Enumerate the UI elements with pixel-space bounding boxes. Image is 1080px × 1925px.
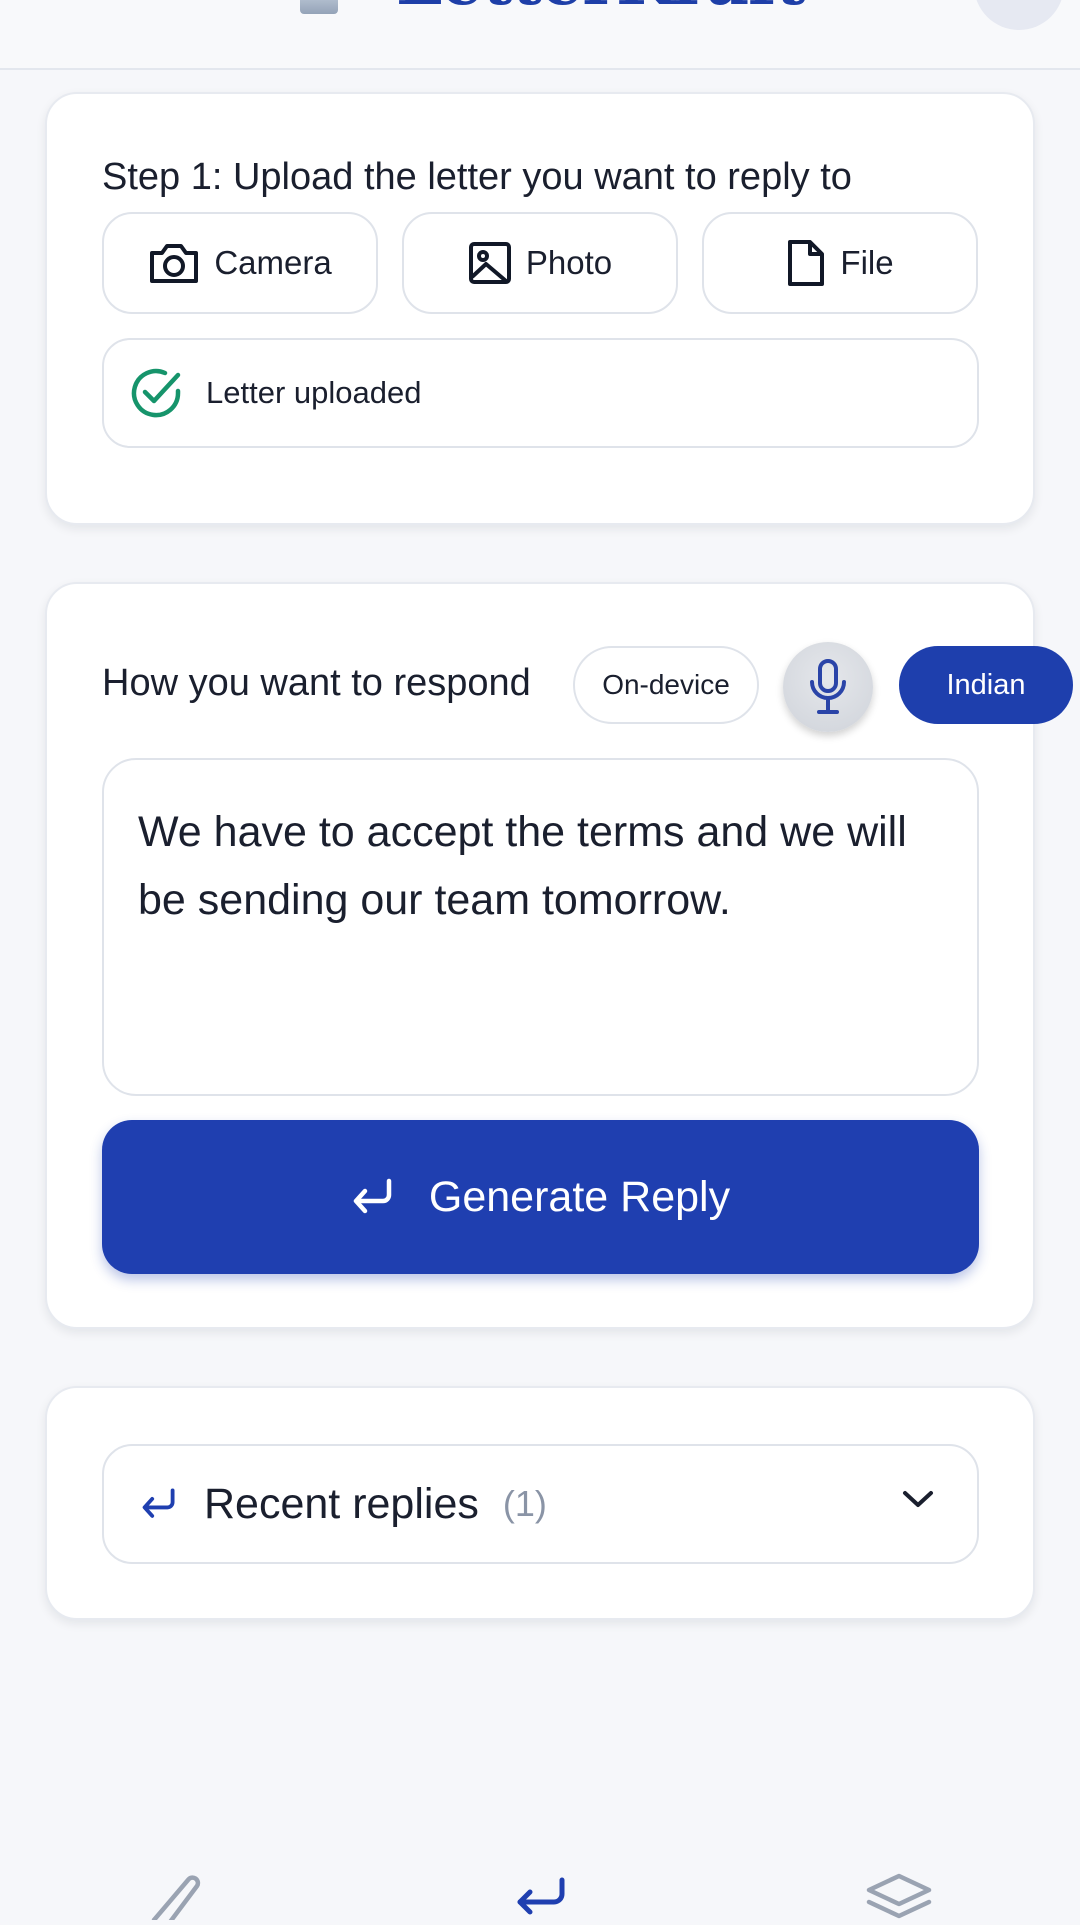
- enter-arrow-icon: [353, 1178, 392, 1214]
- avatar[interactable]: [974, 0, 1064, 30]
- layers-icon: [866, 1873, 932, 1919]
- step-title: Step 1: Upload the letter you want to re…: [102, 156, 852, 198]
- camera-icon: [150, 244, 199, 283]
- upload-status-text: Letter uploaded: [206, 375, 422, 410]
- respond-card: How you want to respond On-device Indian…: [45, 582, 1073, 1329]
- recent-card: Recent replies (1): [45, 1386, 1035, 1620]
- generate-reply-button[interactable]: Generate Reply: [102, 1120, 979, 1274]
- image-icon: [468, 242, 511, 284]
- camera-button[interactable]: Camera: [102, 212, 378, 314]
- generate-reply-label: Generate Reply: [428, 1172, 731, 1221]
- recent-replies-toggle[interactable]: Recent replies (1): [102, 1444, 979, 1564]
- microphone-button[interactable]: [783, 642, 873, 732]
- bottom-nav: [0, 1870, 1080, 1925]
- enter-arrow-icon: [517, 1877, 565, 1915]
- camera-label: Camera: [214, 244, 332, 281]
- language-chip[interactable]: Indian: [899, 646, 1073, 724]
- nav-compose[interactable]: [150, 1870, 210, 1925]
- nav-reply[interactable]: [512, 1870, 568, 1925]
- microphone-icon: [810, 659, 846, 714]
- nav-history[interactable]: [864, 1870, 934, 1925]
- reply-intent-input[interactable]: We have to accept the terms and we will …: [102, 758, 979, 1096]
- enter-arrow-icon: [142, 1488, 175, 1518]
- respond-label: How you want to respond: [102, 662, 531, 704]
- pencil-icon: [151, 1875, 201, 1925]
- logo-icon: [300, 0, 338, 14]
- recent-replies-title: Recent replies: [204, 1479, 479, 1528]
- recent-replies-count: (1): [502, 1483, 547, 1524]
- app-header: LetterKraft: [0, 0, 1080, 70]
- chevron-down-icon: [903, 1491, 933, 1507]
- upload-status: Letter uploaded: [102, 338, 979, 448]
- file-icon: [788, 240, 825, 286]
- on-device-chip[interactable]: On-device: [573, 646, 759, 724]
- file-label: File: [840, 244, 894, 281]
- photo-label: Photo: [525, 244, 613, 281]
- file-button[interactable]: File: [702, 212, 978, 314]
- app-title: LetterKraft: [396, 0, 806, 20]
- check-circle-icon: [131, 368, 181, 418]
- photo-button[interactable]: Photo: [402, 212, 678, 314]
- upload-card: Step 1: Upload the letter you want to re…: [45, 92, 1035, 525]
